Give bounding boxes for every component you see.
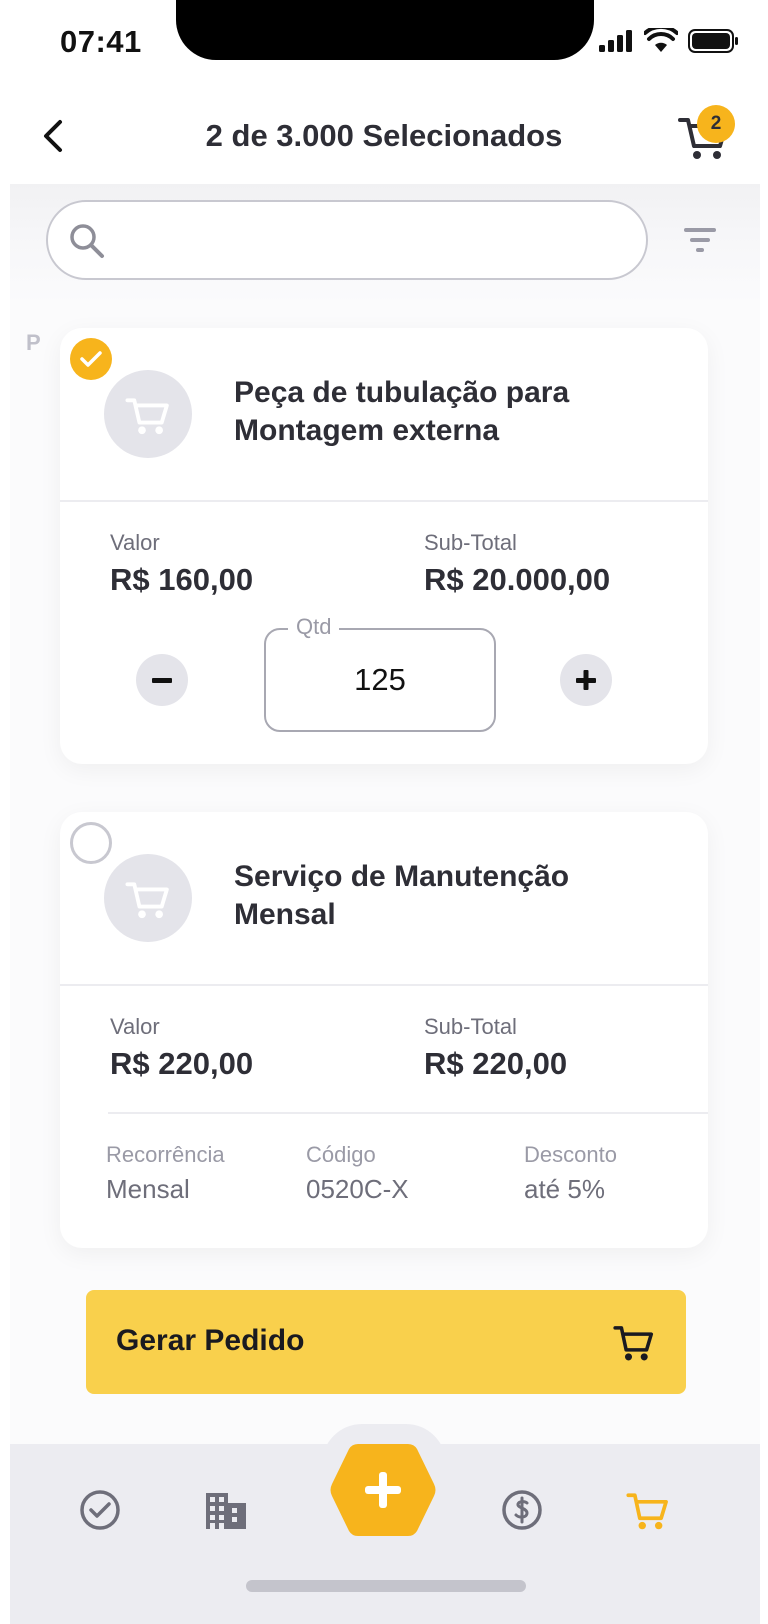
device-notch: [176, 0, 594, 60]
signal-icon: [599, 30, 632, 52]
filter-icon: [684, 228, 716, 252]
search-icon: [70, 224, 104, 258]
status-bar: 07:41: [0, 0, 768, 88]
search-input[interactable]: [46, 200, 648, 280]
discount-value: até 5%: [524, 1174, 605, 1204]
quantity-value: 125: [354, 662, 406, 697]
select-checkbox-unchecked[interactable]: [70, 822, 112, 864]
wifi-icon: [644, 28, 678, 52]
tab-finance[interactable]: [494, 1482, 550, 1538]
value-amount: R$ 160,00: [110, 562, 254, 597]
minus-icon: [152, 678, 172, 683]
quantity-label: Qtd: [288, 614, 340, 640]
subtotal-amount: R$ 220,00: [424, 1046, 568, 1081]
recurrence-label: Recorrência: [106, 1142, 225, 1167]
select-checkbox-checked[interactable]: [70, 338, 112, 380]
plus-icon: [576, 670, 596, 690]
decrease-qty-button[interactable]: [136, 654, 188, 706]
tab-cart[interactable]: [620, 1482, 676, 1538]
subtotal-label: Sub-Total: [424, 530, 517, 555]
cart-icon: [125, 882, 169, 919]
value-label: Valor: [110, 530, 160, 555]
subtotal-amount: R$ 20.000,00: [424, 562, 611, 597]
value-amount: R$ 220,00: [110, 1046, 254, 1081]
home-indicator: [246, 1580, 526, 1592]
plus-icon: [330, 1444, 436, 1536]
status-icons: [598, 28, 740, 54]
divider: [60, 984, 708, 986]
increase-qty-button[interactable]: [560, 654, 612, 706]
generate-order-button[interactable]: Gerar Pedido: [86, 1290, 686, 1394]
code-value: 0520C-X: [306, 1174, 409, 1204]
filter-button[interactable]: [682, 222, 718, 258]
add-fab-button[interactable]: [328, 1440, 438, 1540]
divider: [60, 500, 708, 502]
cart-count-badge: 2: [697, 105, 735, 143]
tab-companies[interactable]: [198, 1482, 254, 1538]
check-icon: [80, 351, 102, 367]
product-card: Serviço de Manutenção Mensal Valor R$ 22…: [60, 812, 708, 1248]
generate-order-label: Gerar Pedido: [116, 1324, 305, 1357]
product-thumbnail: [104, 370, 192, 458]
subtotal-label: Sub-Total: [424, 1014, 517, 1039]
quantity-field[interactable]: Qtd 125: [264, 614, 496, 732]
page-title: 2 de 3.000 Selecionados: [205, 118, 563, 153]
divider: [108, 1112, 708, 1114]
tab-tasks[interactable]: [72, 1482, 128, 1538]
value-label: Valor: [110, 1014, 160, 1039]
index-letter: P: [26, 330, 41, 355]
product-thumbnail: [104, 854, 192, 942]
product-card: Peça de tubulação para Montagem externa …: [60, 328, 708, 764]
battery-icon: [688, 29, 738, 53]
recurrence-value: Mensal: [106, 1174, 190, 1204]
discount-label: Desconto: [524, 1142, 617, 1167]
product-name: Peça de tubulação para Montagem externa: [234, 376, 570, 447]
cart-icon: [125, 398, 169, 435]
check-circle-icon: [80, 1490, 120, 1530]
building-icon: [206, 1493, 246, 1529]
cart-icon: [613, 1326, 654, 1361]
content-area: P Peça de tubulação para Montagem extern…: [10, 184, 760, 1444]
cart-icon: [626, 1493, 668, 1530]
dollar-icon: [502, 1490, 542, 1530]
status-time: 07:41: [60, 24, 142, 59]
app-header: 2 de 3.000 Selecionados 2: [0, 88, 768, 184]
product-name: Serviço de Manutenção Mensal: [234, 860, 570, 931]
code-label: Código: [306, 1142, 376, 1167]
